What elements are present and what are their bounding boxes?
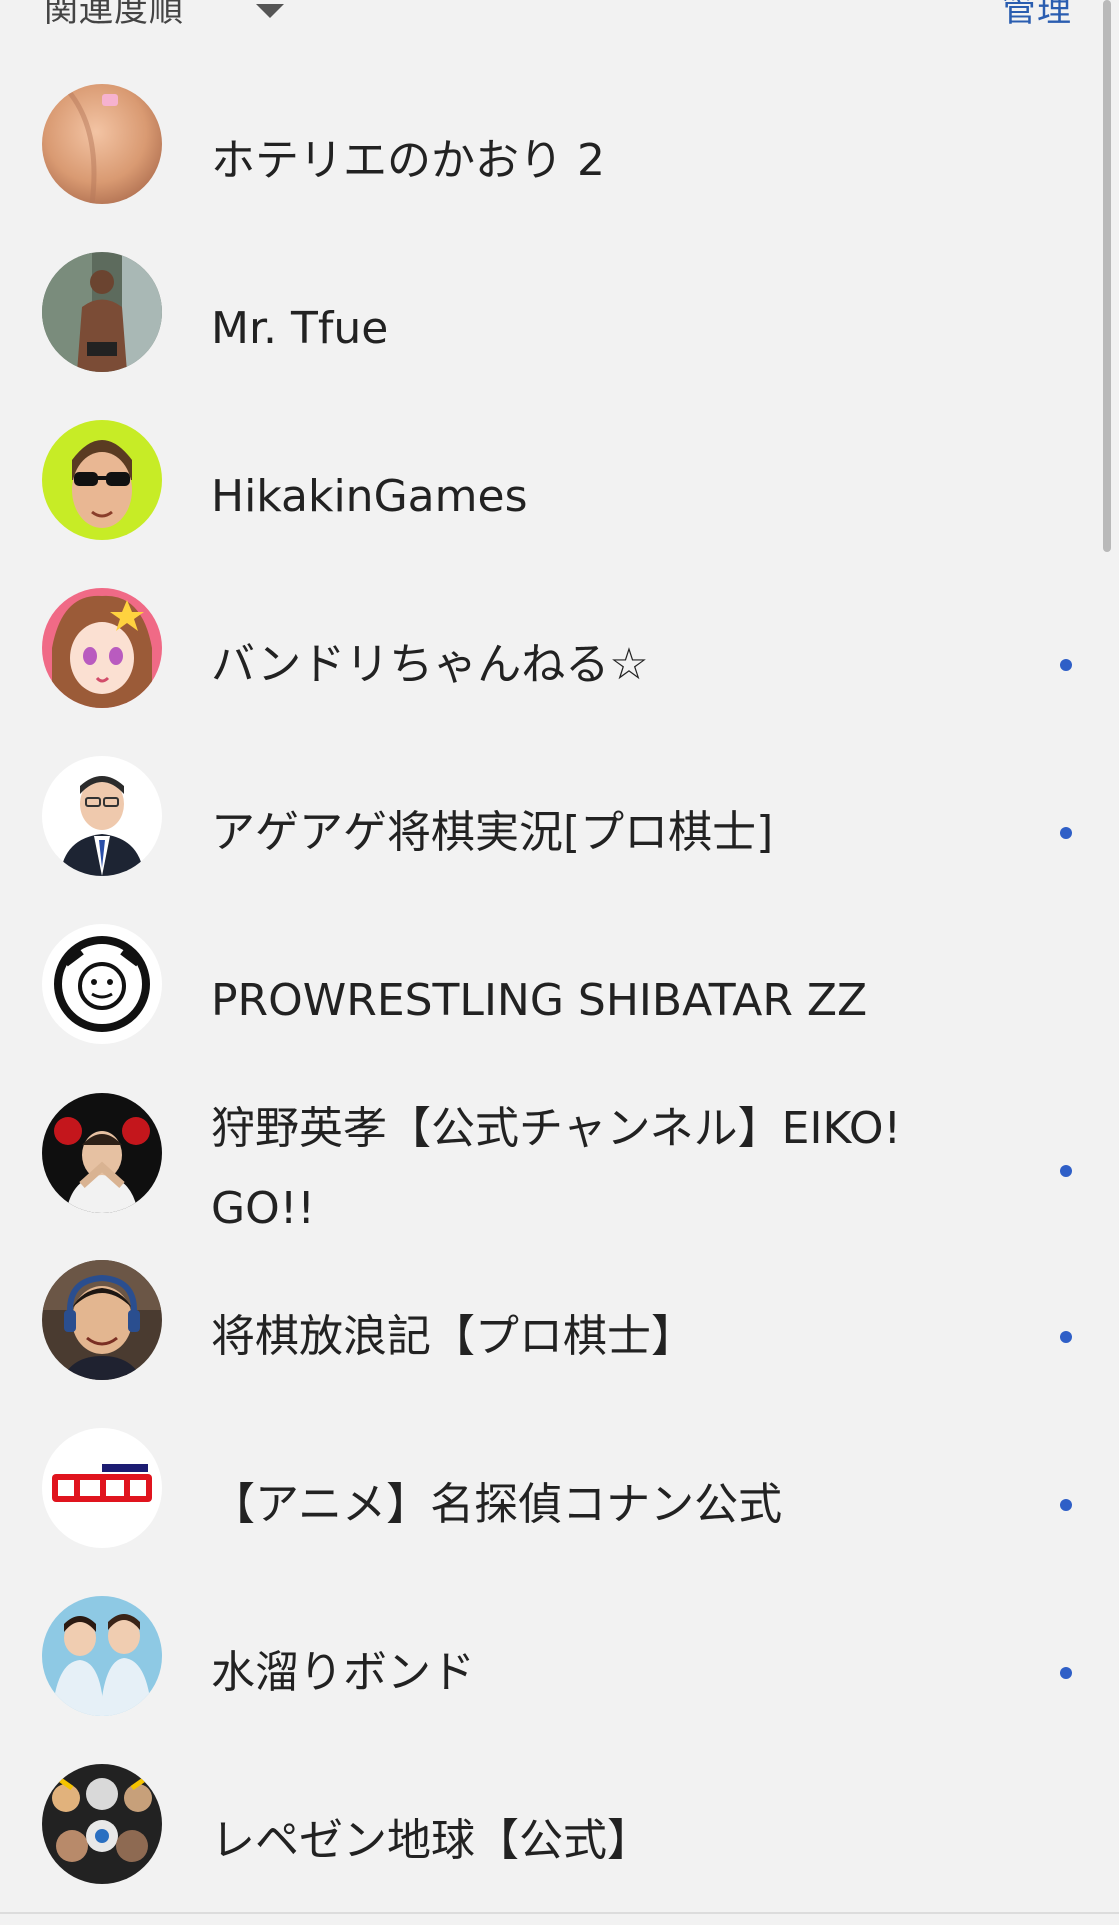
channel-avatar-man-suit[interactable] xyxy=(42,756,162,876)
channel-avatar-man-waterfall[interactable] xyxy=(42,252,162,372)
channel-avatar-man-headset[interactable] xyxy=(42,1260,162,1380)
channel-row[interactable]: バンドリちゃんねる☆ xyxy=(0,581,1119,749)
channel-row[interactable]: Mr. Tfue xyxy=(0,245,1119,413)
new-content-indicator xyxy=(1060,659,1072,671)
new-content-indicator xyxy=(1060,1165,1072,1177)
channel-name: 【アニメ】名探偵コナン公式 xyxy=(211,1479,783,1530)
new-content-indicator xyxy=(1060,1331,1072,1343)
channel-name: 狩野英孝【公式チャンネル】EIKO! GO!! xyxy=(211,1103,902,1234)
channel-avatar-roses-man[interactable] xyxy=(42,1093,162,1213)
new-content-indicator xyxy=(1060,827,1072,839)
channel-row[interactable]: 【アニメ】名探偵コナン公式 xyxy=(0,1421,1119,1589)
channel-row[interactable]: 狩野英孝【公式チャンネル】EIKO! GO!! xyxy=(0,1085,1119,1253)
channel-name: HikakinGames xyxy=(211,471,528,522)
channel-name: バンドリちゃんねる☆ xyxy=(211,639,649,690)
channel-row[interactable]: ホテリエのかおり 2 xyxy=(0,77,1119,245)
channel-avatar-group-photo[interactable] xyxy=(42,1764,162,1884)
channel-row[interactable]: アゲアゲ将棋実況[プロ棋士] xyxy=(0,749,1119,917)
subscriptions-header: 関連度順 管理 xyxy=(0,0,1119,40)
channel-name: 水溜りボンド xyxy=(211,1647,475,1698)
new-content-indicator xyxy=(1060,1499,1072,1511)
channel-name: アゲアゲ将棋実況[プロ棋士] xyxy=(211,807,774,858)
channel-avatar-wrestling-logo[interactable] xyxy=(42,924,162,1044)
channel-row[interactable]: HikakinGames xyxy=(0,413,1119,581)
channel-row[interactable]: 水溜りボンド xyxy=(0,1589,1119,1757)
channel-avatar-skin-photo[interactable] xyxy=(42,84,162,204)
channel-name: Mr. Tfue xyxy=(211,303,389,354)
channel-name: PROWRESTLING SHIBATAR ZZ xyxy=(211,975,868,1026)
channel-row[interactable]: PROWRESTLING SHIBATAR ZZ xyxy=(0,917,1119,1085)
manage-link[interactable]: 管理 xyxy=(1002,0,1072,31)
channel-avatar-two-men[interactable] xyxy=(42,1596,162,1716)
channel-row[interactable]: レペゼン地球【公式】 xyxy=(0,1757,1119,1925)
channel-avatar-anime-girl[interactable] xyxy=(42,588,162,708)
channel-avatar-sunglasses-green[interactable] xyxy=(42,420,162,540)
channel-avatar-conan-logo[interactable] xyxy=(42,1428,162,1548)
channel-name: レペゼン地球【公式】 xyxy=(211,1815,651,1866)
divider xyxy=(0,1912,1119,1914)
new-content-indicator xyxy=(1060,1667,1072,1679)
sort-dropdown[interactable]: 関連度順 xyxy=(44,0,184,31)
chevron-down-icon[interactable] xyxy=(256,4,284,18)
channel-row[interactable]: 将棋放浪記【プロ棋士】 xyxy=(0,1253,1119,1421)
channel-name: 将棋放浪記【プロ棋士】 xyxy=(211,1311,695,1362)
channel-name: ホテリエのかおり 2 xyxy=(211,135,605,186)
